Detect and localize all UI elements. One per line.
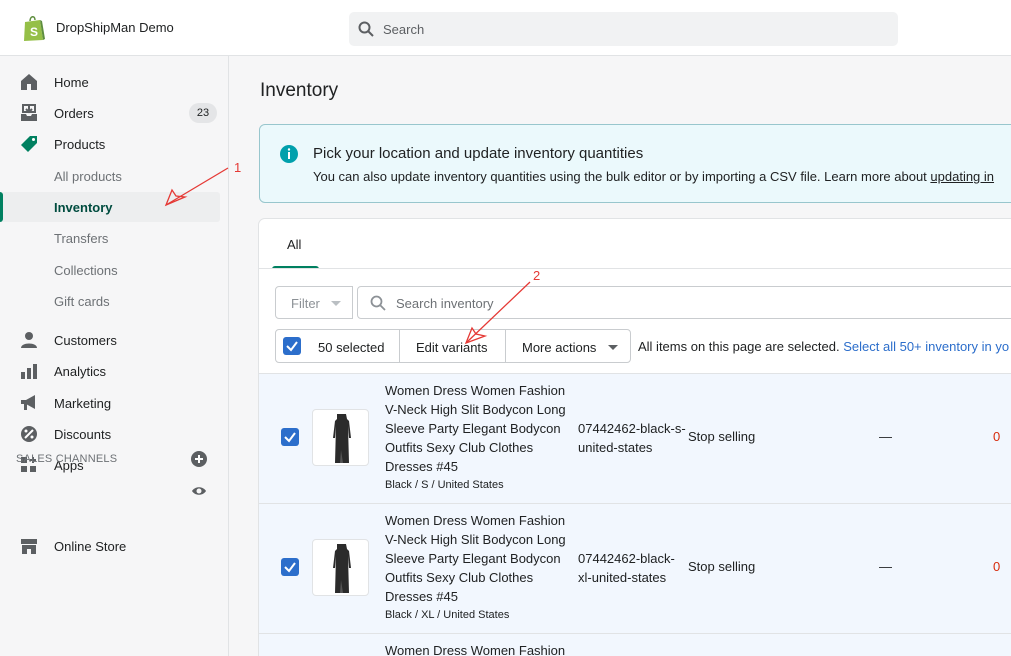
available-quantity: 0 bbox=[993, 559, 1001, 574]
tab-all[interactable]: All bbox=[272, 219, 319, 269]
search-placeholder: Search bbox=[383, 22, 425, 37]
sidebar-item-analytics[interactable]: Analytics bbox=[0, 356, 229, 386]
table-row[interactable]: Women Dress Women Fashion V-Neck High Sl… bbox=[259, 503, 1011, 633]
sidebar-item-label: Marketing bbox=[54, 396, 112, 411]
orders-icon bbox=[21, 104, 37, 121]
sidebar-subitem-collections[interactable]: Collections bbox=[0, 255, 220, 285]
row-checkbox[interactable] bbox=[281, 428, 299, 446]
tab-label: All bbox=[287, 237, 302, 252]
select-all-link[interactable]: Select all 50+ inventory in yo bbox=[843, 339, 1009, 354]
bulk-message-text: All items on this page are selected. bbox=[638, 339, 840, 354]
inventory-policy: Stop selling bbox=[688, 429, 756, 444]
more-actions-label: More actions bbox=[522, 340, 597, 355]
variant-label: Black / S / United States bbox=[385, 479, 504, 491]
search-icon bbox=[370, 295, 386, 311]
product-name-link[interactable]: Women Dress Women Fashion bbox=[385, 641, 575, 656]
sku: 07442462-black-s-united-states bbox=[578, 421, 686, 455]
sidebar-item-customers[interactable]: Customers bbox=[0, 325, 229, 355]
person-icon bbox=[21, 332, 37, 348]
sidebar-subitem-gift-cards[interactable]: Gift cards bbox=[0, 286, 220, 316]
checkmark-icon bbox=[284, 432, 296, 443]
committed-value: — bbox=[879, 559, 892, 574]
table-row[interactable]: Women Dress Women Fashion bbox=[259, 633, 1011, 656]
row-checkbox[interactable] bbox=[281, 558, 299, 576]
caret-down-icon bbox=[608, 345, 618, 350]
tag-icon bbox=[21, 136, 37, 152]
svg-text:S: S bbox=[30, 25, 38, 39]
tab-divider bbox=[259, 268, 1011, 269]
home-icon bbox=[21, 74, 37, 90]
product-name-link[interactable]: Women Dress Women Fashion V-Neck High Sl… bbox=[385, 381, 575, 476]
bar-chart-icon bbox=[21, 364, 37, 379]
search-placeholder: Search inventory bbox=[396, 296, 494, 311]
available-quantity: 0 bbox=[993, 429, 1001, 444]
discount-icon bbox=[21, 426, 37, 442]
global-search[interactable]: Search bbox=[349, 12, 898, 46]
sidebar-item-online-store[interactable]: Online Store bbox=[0, 531, 229, 561]
table-row[interactable]: Women Dress Women Fashion V-Neck High Sl… bbox=[259, 373, 1011, 503]
bulk-selection-message: All items on this page are selected. Sel… bbox=[638, 339, 1009, 354]
banner-body-text: You can also update inventory quantities… bbox=[313, 169, 931, 184]
caret-down-icon bbox=[331, 301, 341, 306]
sidebar-item-label: Orders bbox=[54, 106, 94, 121]
sidebar-subitem-label: Transfers bbox=[54, 231, 109, 246]
sidebar-item-label: Discounts bbox=[54, 427, 112, 442]
sidebar-item-home[interactable]: Home bbox=[0, 67, 229, 97]
store-icon bbox=[21, 539, 37, 554]
committed-value: — bbox=[879, 429, 892, 444]
top-bar: S DropShipMan Demo Search bbox=[0, 0, 1011, 56]
add-sales-channel-icon[interactable] bbox=[191, 451, 207, 467]
dress-image bbox=[333, 544, 351, 593]
inventory-search-input[interactable]: Search inventory bbox=[357, 286, 1011, 319]
annotation-label-1: 1 bbox=[234, 160, 241, 175]
sidebar-item-label: Products bbox=[54, 137, 106, 152]
sidebar-subitem-inventory[interactable]: Inventory bbox=[0, 192, 220, 222]
store-name[interactable]: DropShipMan Demo bbox=[56, 20, 174, 35]
page-title: Inventory bbox=[260, 80, 339, 101]
info-banner: Pick your location and update inventory … bbox=[259, 124, 1011, 203]
variant-label: Black / XL / United States bbox=[385, 609, 510, 621]
checked-checkbox[interactable] bbox=[283, 337, 301, 355]
sidebar-subitem-label: All products bbox=[54, 169, 122, 184]
edit-variants-button[interactable]: Edit variants bbox=[399, 329, 506, 363]
shopify-bag-icon[interactable]: S bbox=[22, 14, 46, 42]
more-actions-button[interactable]: More actions bbox=[505, 329, 631, 363]
sales-channels-heading: SALES CHANNELS bbox=[16, 453, 118, 465]
sidebar-item-label: Analytics bbox=[54, 364, 107, 379]
sidebar-item-marketing[interactable]: Marketing bbox=[0, 388, 229, 418]
sidebar-item-label: Home bbox=[54, 75, 89, 90]
sku: 07442462-black-xl-united-states bbox=[578, 551, 675, 585]
selected-count: 50 selected bbox=[318, 340, 385, 355]
sidebar-subitem-all-products[interactable]: All products bbox=[0, 161, 220, 191]
sidebar-subitem-label: Gift cards bbox=[54, 294, 110, 309]
banner-learn-more-link[interactable]: updating in bbox=[930, 169, 994, 184]
product-thumbnail[interactable] bbox=[312, 539, 369, 596]
filter-button[interactable]: Filter bbox=[275, 286, 353, 319]
sidebar-subitem-label: Inventory bbox=[54, 200, 113, 215]
megaphone-icon bbox=[21, 395, 35, 410]
edit-variants-label: Edit variants bbox=[416, 340, 488, 355]
filter-label: Filter bbox=[291, 296, 320, 311]
checkmark-icon bbox=[286, 341, 298, 352]
product-thumbnail[interactable] bbox=[312, 409, 369, 466]
sidebar-subitem-transfers[interactable]: Transfers bbox=[0, 223, 220, 253]
eye-icon[interactable] bbox=[191, 483, 207, 499]
select-all-checkbox-button[interactable]: 50 selected bbox=[275, 329, 400, 363]
search-icon bbox=[358, 21, 374, 37]
product-name-link[interactable]: Women Dress Women Fashion V-Neck High Sl… bbox=[385, 511, 575, 606]
sidebar-subitem-label: Collections bbox=[54, 263, 118, 278]
banner-body: You can also update inventory quantities… bbox=[313, 169, 994, 184]
checkmark-icon bbox=[284, 562, 296, 573]
sidebar-item-label: Customers bbox=[54, 333, 117, 348]
orders-count-badge: 23 bbox=[189, 103, 217, 123]
sidebar-item-discounts[interactable]: Discounts bbox=[0, 419, 229, 449]
banner-title: Pick your location and update inventory … bbox=[313, 145, 644, 162]
inventory-policy: Stop selling bbox=[688, 559, 756, 574]
sidebar-item-products[interactable]: Products bbox=[0, 129, 229, 159]
sidebar-item-label: Online Store bbox=[54, 539, 127, 554]
sidebar-item-orders[interactable]: Orders 23 bbox=[0, 98, 229, 128]
dress-image bbox=[333, 414, 351, 463]
info-icon bbox=[280, 145, 298, 163]
